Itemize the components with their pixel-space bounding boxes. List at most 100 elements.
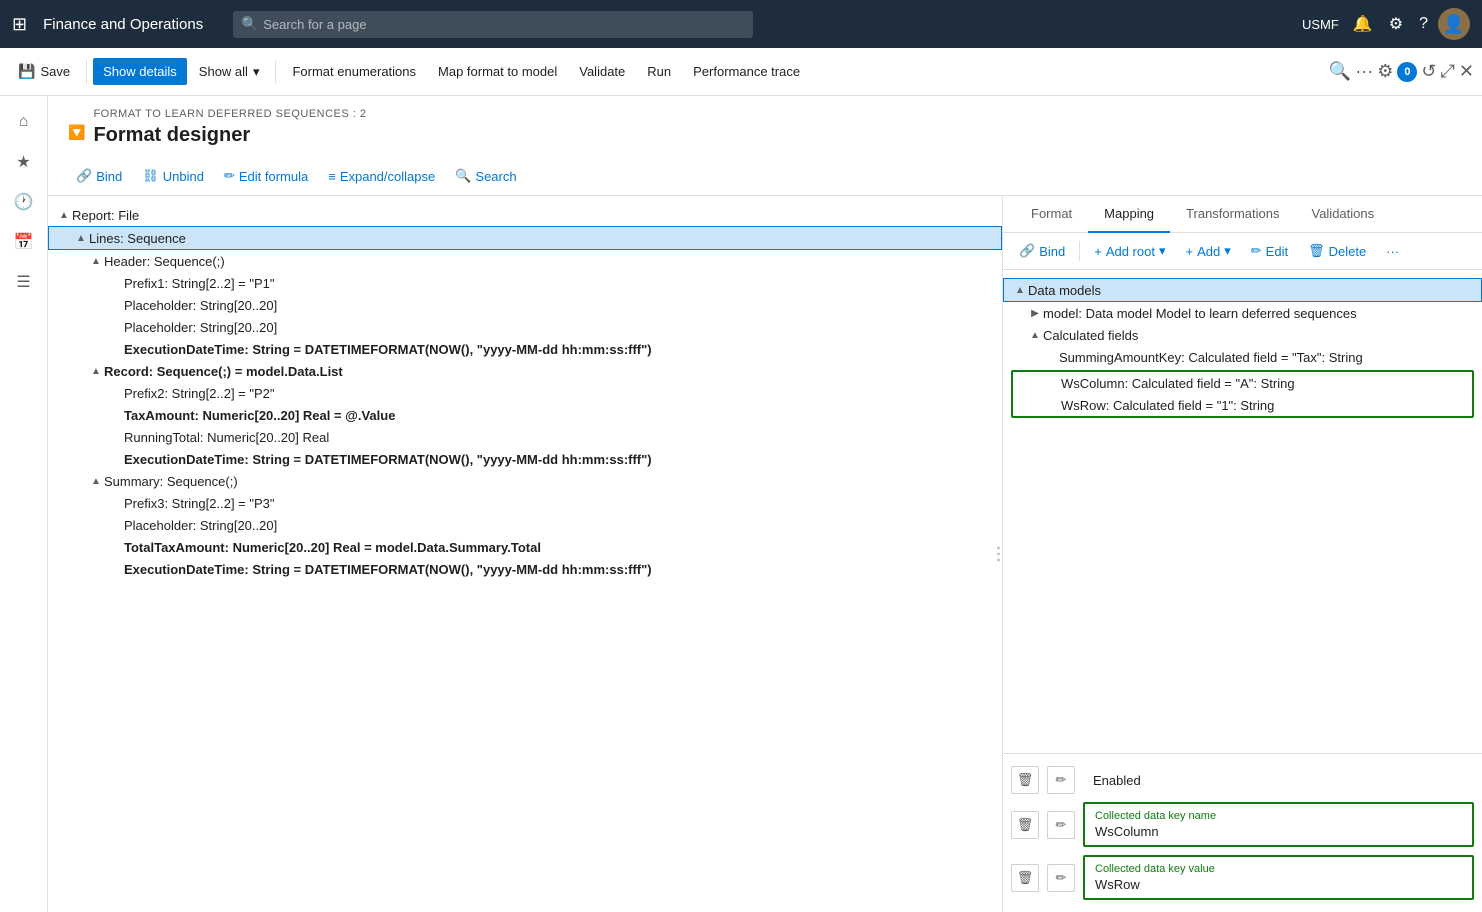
collected-key-value-value: WsRow — [1095, 877, 1462, 892]
tree-item-placeholder2[interactable]: Placeholder: String[20..20] — [48, 316, 1002, 338]
tree-label-model: model: Data model Model to learn deferre… — [1043, 306, 1474, 321]
tree-item-execdt1[interactable]: ExecutionDateTime: String = DATETIMEFORM… — [48, 338, 1002, 360]
toggle-calc-fields[interactable]: ▲ — [1027, 327, 1043, 343]
plus-icon-1: + — [1094, 244, 1102, 259]
edit-button[interactable]: ✏ Edit — [1243, 239, 1296, 263]
sidebar-favorites-icon[interactable]: ★ — [6, 144, 42, 180]
bind-button[interactable]: 🔗 Bind — [68, 163, 130, 189]
tree-item-execdt2[interactable]: ExecutionDateTime: String = DATETIMEFORM… — [48, 448, 1002, 470]
format-enumerations-button[interactable]: Format enumerations — [282, 58, 426, 85]
search-cmd-icon[interactable]: 🔍 — [1329, 61, 1351, 82]
breadcrumb: FORMAT TO LEARN DEFERRED SEQUENCES : 2 — [93, 108, 366, 120]
expand-icon: ≡ — [328, 169, 336, 184]
open-in-new-icon[interactable]: ⤢ — [1441, 61, 1455, 82]
enabled-delete-button[interactable]: 🗑 — [1011, 766, 1039, 794]
enabled-row: 🗑 ✏ Enabled — [1011, 762, 1474, 798]
sidebar-calendar-icon[interactable]: 📅 — [6, 224, 42, 260]
delete-button[interactable]: 🗑 Delete — [1300, 239, 1374, 263]
right-tree-item-data-models[interactable]: ▲ Data models — [1003, 278, 1482, 302]
expand-collapse-button[interactable]: ≡ Expand/collapse — [320, 164, 443, 189]
save-button[interactable]: 💾 Save — [8, 57, 80, 86]
more-right-button[interactable]: ··· — [1378, 240, 1407, 263]
edit-formula-button[interactable]: ✏ Edit formula — [216, 163, 316, 189]
keyvalue-edit-button[interactable]: ✏ — [1047, 864, 1075, 892]
enabled-edit-button[interactable]: ✏ — [1047, 766, 1075, 794]
add-root-button[interactable]: + Add root ▾ — [1086, 239, 1173, 263]
help-icon[interactable]: ? — [1413, 11, 1434, 37]
toggle-summary[interactable]: ▲ — [88, 473, 104, 489]
right-tree-item-summing[interactable]: SummingAmountKey: Calculated field = "Ta… — [1003, 346, 1482, 368]
tree-item-record[interactable]: ▲ Record: Sequence(;) = model.Data.List — [48, 360, 1002, 382]
run-button[interactable]: Run — [637, 58, 681, 85]
page-header: 🔽 FORMAT TO LEARN DEFERRED SEQUENCES : 2… — [48, 96, 1482, 196]
toggle-lines[interactable]: ▲ — [73, 230, 89, 246]
tree-item-prefix2[interactable]: Prefix2: String[2..2] = "P2" — [48, 382, 1002, 404]
tree-label-placeholder2: Placeholder: String[20..20] — [124, 320, 994, 335]
user-avatar[interactable]: 👤 — [1438, 8, 1470, 40]
right-tree-item-wscolumn[interactable]: WsColumn: Calculated field = "A": String — [1013, 372, 1472, 394]
top-nav-right: USMF 🔔 ⚙ ? 👤 — [1302, 8, 1470, 40]
badge: 0 — [1397, 62, 1417, 82]
show-details-button[interactable]: Show details — [93, 58, 187, 85]
search-button[interactable]: 🔍 Search — [447, 163, 524, 189]
sidebar-home-icon[interactable]: ⌂ — [6, 104, 42, 140]
right-bind-button[interactable]: 🔗 Bind — [1011, 239, 1073, 263]
sidebar: ⌂ ★ 🕐 📅 ☰ — [0, 96, 48, 912]
keyname-edit-button[interactable]: ✏ — [1047, 811, 1075, 839]
tree-label-execdt1: ExecutionDateTime: String = DATETIMEFORM… — [124, 342, 994, 357]
sidebar-recent-icon[interactable]: 🕐 — [6, 184, 42, 220]
right-tree-item-wsrow[interactable]: WsRow: Calculated field = "1": String — [1013, 394, 1472, 416]
notification-icon[interactable]: 🔔 — [1347, 10, 1379, 38]
performance-trace-button[interactable]: Performance trace — [683, 58, 810, 85]
filter-icon[interactable]: 🔽 — [68, 124, 85, 141]
apps-icon[interactable]: ⊞ — [12, 14, 27, 35]
toggle-record[interactable]: ▲ — [88, 363, 104, 379]
refresh-icon[interactable]: ↺ — [1421, 61, 1436, 82]
user-name: USMF — [1302, 17, 1339, 32]
tree-item-lines[interactable]: ▲ Lines: Sequence — [48, 226, 1002, 250]
close-icon[interactable]: ✕ — [1459, 61, 1474, 82]
show-all-button[interactable]: Show all ▾ — [189, 58, 270, 86]
add-button[interactable]: + Add ▾ — [1178, 239, 1239, 263]
plus-icon-2: + — [1186, 244, 1194, 259]
tree-label-lines: Lines: Sequence — [89, 231, 993, 246]
right-tree-item-calc-fields[interactable]: ▲ Calculated fields — [1003, 324, 1482, 346]
toggle-model[interactable]: ▶ — [1027, 305, 1043, 321]
validate-button[interactable]: Validate — [569, 58, 635, 85]
unbind-button[interactable]: ⛓ Unbind — [134, 163, 212, 189]
tree-item-runningtotal[interactable]: RunningTotal: Numeric[20..20] Real — [48, 426, 1002, 448]
tab-format[interactable]: Format — [1015, 196, 1088, 233]
tree-item-totaltax[interactable]: TotalTaxAmount: Numeric[20..20] Real = m… — [48, 536, 1002, 558]
enabled-label: Enabled — [1083, 767, 1151, 794]
tree-item-execdt3[interactable]: ExecutionDateTime: String = DATETIMEFORM… — [48, 558, 1002, 580]
right-tree-item-model[interactable]: ▶ model: Data model Model to learn defer… — [1003, 302, 1482, 324]
tree-label-execdt3: ExecutionDateTime: String = DATETIMEFORM… — [124, 562, 994, 577]
settings-icon[interactable]: ⚙ — [1383, 10, 1409, 38]
settings-cmd-icon[interactable]: ⚙ — [1377, 61, 1393, 82]
tree-label-record: Record: Sequence(;) = model.Data.List — [104, 364, 994, 379]
toggle-report[interactable]: ▲ — [56, 207, 72, 223]
tree-item-header[interactable]: ▲ Header: Sequence(;) — [48, 250, 1002, 272]
toggle-placeholder1 — [108, 297, 124, 313]
tab-transformations[interactable]: Transformations — [1170, 196, 1295, 233]
tree-item-taxamount[interactable]: TaxAmount: Numeric[20..20] Real = @.Valu… — [48, 404, 1002, 426]
tab-validations[interactable]: Validations — [1295, 196, 1390, 233]
tree-label-wscolumn: WsColumn: Calculated field = "A": String — [1061, 376, 1464, 391]
sidebar-list-icon[interactable]: ☰ — [6, 264, 42, 300]
toggle-header[interactable]: ▲ — [88, 253, 104, 269]
tab-mapping[interactable]: Mapping — [1088, 196, 1170, 233]
keyvalue-delete-button[interactable]: 🗑 — [1011, 864, 1039, 892]
tree-item-report[interactable]: ▲ Report: File — [48, 204, 1002, 226]
toggle-data-models[interactable]: ▲ — [1012, 282, 1028, 298]
tree-item-placeholder1[interactable]: Placeholder: String[20..20] — [48, 294, 1002, 316]
tree-item-summary[interactable]: ▲ Summary: Sequence(;) — [48, 470, 1002, 492]
keyname-delete-button[interactable]: 🗑 — [1011, 811, 1039, 839]
tree-item-placeholder3[interactable]: Placeholder: String[20..20] — [48, 514, 1002, 536]
more-options-icon[interactable]: ··· — [1355, 61, 1373, 82]
add-root-dropdown-icon: ▾ — [1159, 243, 1166, 259]
map-format-button[interactable]: Map format to model — [428, 58, 567, 85]
tree-item-prefix1[interactable]: Prefix1: String[2..2] = "P1" — [48, 272, 1002, 294]
command-bar: 💾 Save Show details Show all ▾ Format en… — [0, 48, 1482, 96]
global-search-input[interactable] — [233, 11, 753, 38]
tree-item-prefix3[interactable]: Prefix3: String[2..2] = "P3" — [48, 492, 1002, 514]
